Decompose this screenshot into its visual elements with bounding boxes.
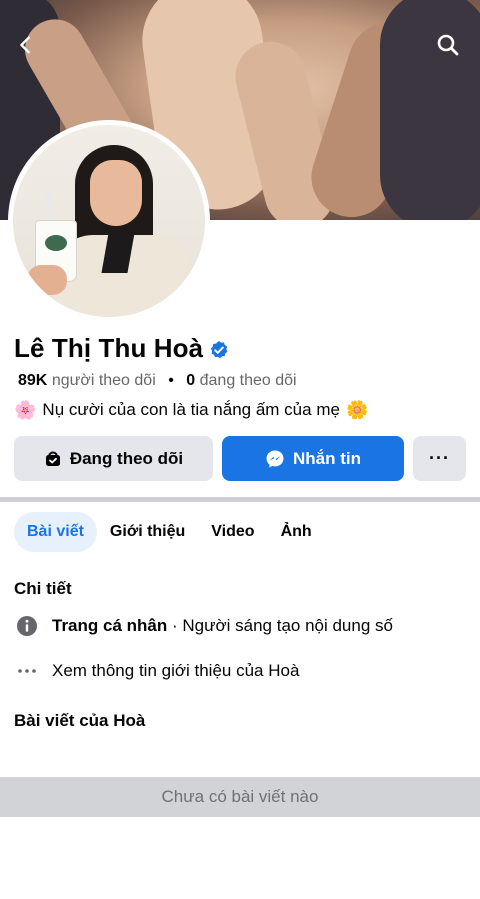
- posts-title: Bài viết của Hoà: [14, 711, 146, 730]
- following-label: đang theo dõi: [199, 372, 297, 389]
- ellipsis-icon: [18, 669, 36, 673]
- page-type-value: · Người sáng tạo nội dung số: [171, 616, 393, 635]
- more-icon: ···: [429, 448, 450, 468]
- empty-posts-text: Chưa có bài viết nào: [161, 787, 319, 806]
- messenger-icon: [266, 450, 284, 467]
- message-button-label: Nhắn tin: [293, 448, 361, 468]
- avatar-hand: [27, 265, 67, 295]
- profile-avatar[interactable]: [8, 120, 210, 322]
- sunflower-emoji-icon: 🌼: [345, 400, 369, 420]
- message-button[interactable]: Nhắn tin: [222, 436, 404, 481]
- following-button-label: Đang theo dõi: [69, 448, 184, 468]
- following-button[interactable]: Đang theo dõi: [14, 436, 213, 481]
- avatar-image: [13, 125, 205, 317]
- follow-stats[interactable]: 89K người theo dõi • 0 đang theo dõi: [18, 372, 297, 390]
- tab-photos[interactable]: Ảnh: [268, 512, 325, 552]
- profile-bio: 🌸 Nụ cười của con là tia nắng ấm của mẹ …: [14, 400, 368, 420]
- verified-badge-icon[interactable]: [209, 340, 229, 360]
- see-about-link[interactable]: Xem thông tin giới thiệu của Hoà: [52, 661, 299, 681]
- more-options-button[interactable]: ···: [413, 436, 466, 481]
- tab-video[interactable]: Video: [198, 512, 267, 552]
- profile-actions: Đang theo dõi Nhắn tin ···: [14, 436, 466, 481]
- cover-shape: [380, 0, 480, 220]
- back-button[interactable]: [10, 29, 42, 61]
- profile-name-row: Lê Thị Thu Hoà: [14, 333, 229, 364]
- profile-name: Lê Thị Thu Hoà: [14, 333, 204, 363]
- see-about-row[interactable]: Xem thông tin giới thiệu của Hoà: [16, 660, 299, 682]
- bio-text: Nụ cười của con là tia nắng ấm của mẹ: [42, 400, 340, 419]
- section-divider: [0, 497, 480, 502]
- avatar-face: [90, 160, 142, 226]
- flower-emoji-icon: 🌸: [14, 400, 37, 420]
- followers-label: người theo dõi: [51, 372, 156, 389]
- follow-check-icon: [45, 451, 60, 466]
- following-count: 0: [186, 372, 196, 389]
- chevron-left-icon: [20, 36, 30, 54]
- details-title: Chi tiết: [14, 579, 72, 598]
- search-button[interactable]: [432, 29, 464, 61]
- stats-separator: •: [168, 372, 174, 389]
- profile-tabs: Bài viết Giới thiệu Video Ảnh: [14, 512, 325, 552]
- search-icon: [437, 34, 459, 56]
- avatar-cup-logo: [45, 235, 67, 251]
- followers-count: 89K: [18, 372, 48, 389]
- info-icon: [17, 616, 37, 636]
- tab-about[interactable]: Giới thiệu: [97, 512, 198, 552]
- tab-posts[interactable]: Bài viết: [14, 512, 97, 552]
- empty-posts-message: Chưa có bài viết nào: [0, 777, 480, 817]
- page-type-label: Trang cá nhân: [52, 616, 168, 635]
- page-type-row: Trang cá nhân · Người sáng tạo nội dung …: [16, 615, 393, 637]
